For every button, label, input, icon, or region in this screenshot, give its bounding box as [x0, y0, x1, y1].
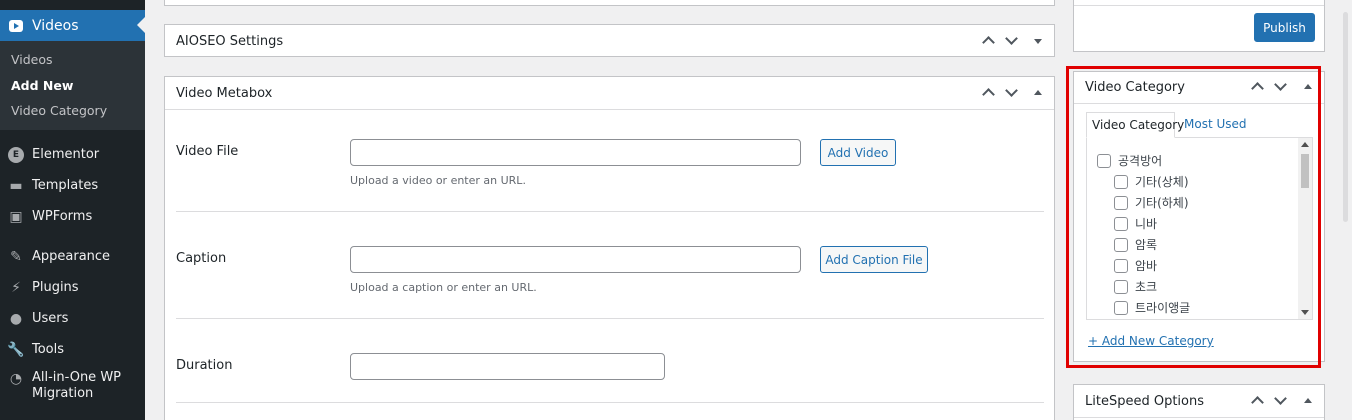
duration-label: Duration	[176, 358, 233, 373]
submenu-video-category[interactable]: Video Category	[11, 103, 107, 118]
migration-icon: ◔	[9, 371, 23, 387]
menu-label: WPForms	[32, 209, 93, 224]
video-metabox-title: Video Metabox	[176, 86, 273, 101]
submenu-videos[interactable]: Videos	[11, 52, 53, 67]
menu-item-plugins[interactable]: ⚡ Plugins	[0, 273, 145, 303]
aioseo-header[interactable]: AIOSEO Settings	[165, 25, 1054, 58]
page-scrollbar-thumb[interactable]	[1343, 12, 1348, 222]
move-up-icon[interactable]	[980, 85, 996, 101]
litespeed-title: LiteSpeed Options	[1085, 394, 1204, 409]
videos-submenu: Videos Add New Video Category	[0, 41, 145, 130]
menu-label: Tools	[32, 342, 65, 357]
forms-icon: ▣	[9, 209, 23, 225]
aioseo-settings-panel: AIOSEO Settings	[164, 24, 1055, 57]
menu-item-tools[interactable]: 🔧 Tools	[0, 335, 145, 365]
aioseo-title: AIOSEO Settings	[176, 34, 284, 49]
video-file-label: Video File	[176, 144, 239, 159]
caption-input[interactable]	[350, 246, 801, 273]
submenu-add-new[interactable]: Add New	[11, 78, 73, 93]
toggle-panel-icon[interactable]	[1030, 33, 1046, 49]
publish-divider	[1074, 5, 1324, 6]
menu-label: Users	[32, 311, 69, 326]
menu-item-all-in-one-wp-migration[interactable]: ◔ All-in-One WP Migration	[0, 370, 145, 410]
menu-item-users[interactable]: ● Users	[0, 304, 145, 334]
menu-item-elementor[interactable]: E Elementor	[0, 140, 145, 170]
paintbrush-icon: ✎	[10, 249, 22, 265]
video-play-icon	[9, 19, 23, 32]
caption-label: Caption	[176, 251, 227, 266]
user-icon: ●	[9, 311, 23, 327]
elementor-icon: E	[7, 146, 25, 164]
duration-input[interactable]	[350, 353, 665, 380]
menu-label-line-2: Migration	[32, 386, 94, 401]
field-separator	[176, 402, 1044, 403]
video-file-input[interactable]	[350, 139, 801, 166]
video-file-hint: Upload a video or enter an URL.	[350, 174, 526, 187]
field-separator	[176, 211, 1044, 212]
litespeed-options-panel: LiteSpeed Options	[1073, 384, 1325, 420]
menu-item-appearance[interactable]: ✎ Appearance	[0, 242, 145, 272]
menu-label: Plugins	[32, 280, 79, 295]
admin-sidebar: Videos Videos Add New Video Category E E…	[0, 0, 145, 420]
wrench-icon: 🔧	[7, 342, 25, 358]
field-separator	[176, 318, 1044, 319]
menu-item-videos-label: Videos	[32, 17, 79, 34]
tab-all-categories[interactable]: Video Category	[1086, 112, 1184, 138]
move-down-icon[interactable]	[1003, 33, 1019, 49]
publish-button[interactable]: Publish	[1254, 13, 1315, 42]
move-up-icon[interactable]	[980, 33, 996, 49]
menu-item-videos[interactable]: Videos	[0, 10, 145, 41]
menu-label: Elementor	[32, 147, 100, 162]
litespeed-header[interactable]: LiteSpeed Options	[1074, 385, 1324, 418]
add-video-button[interactable]: Add Video	[820, 139, 896, 166]
menu-label: Appearance	[32, 249, 111, 264]
plug-icon: ⚡	[11, 280, 21, 296]
page-scrollbar[interactable]	[1338, 0, 1352, 420]
move-up-icon[interactable]	[1249, 393, 1265, 409]
editor-box-top	[164, 0, 1055, 6]
toggle-panel-icon[interactable]	[1030, 85, 1046, 101]
toggle-panel-icon[interactable]	[1300, 393, 1316, 409]
menu-label: Templates	[32, 178, 99, 193]
folder-icon: ▬	[9, 178, 23, 194]
caption-hint: Upload a caption or enter an URL.	[350, 281, 537, 294]
move-down-icon[interactable]	[1272, 393, 1288, 409]
menu-item-wpforms[interactable]: ▣ WPForms	[0, 202, 145, 232]
add-caption-file-button[interactable]: Add Caption File	[820, 246, 928, 273]
menu-label: All-in-One WP Migration	[32, 370, 121, 402]
menu-item-templates[interactable]: ▬ Templates	[0, 171, 145, 201]
menu-label-line-1: All-in-One WP	[32, 370, 122, 385]
move-down-icon[interactable]	[1003, 85, 1019, 101]
video-metabox-header[interactable]: Video Metabox	[165, 77, 1054, 110]
current-menu-arrow	[137, 17, 145, 33]
video-metabox-panel: Video Metabox Video File Add Video Uploa…	[164, 76, 1055, 420]
